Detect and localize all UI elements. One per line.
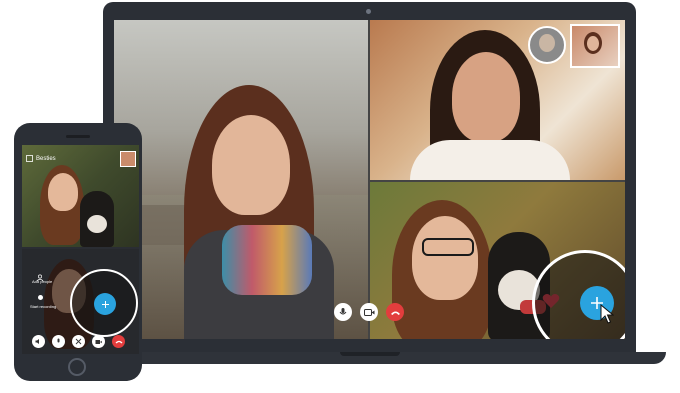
phone-speaker	[66, 135, 90, 138]
video-camera-icon	[363, 308, 374, 316]
participant-thumbnail[interactable]	[570, 24, 620, 68]
video-call-screen	[114, 20, 625, 339]
close-icon	[75, 338, 82, 345]
microphone-icon	[57, 338, 60, 343]
phone-self-thumbnail[interactable]	[120, 151, 136, 167]
end-call-icon	[390, 311, 400, 315]
phone-end-call-button[interactable]	[112, 335, 125, 348]
phone-call-screen: Besties Add people Start recording	[22, 145, 139, 354]
participant-tile-top-right[interactable]	[370, 20, 625, 180]
microphone-icon	[339, 308, 347, 315]
add-people-icon	[36, 269, 44, 282]
phone-mic-button[interactable]	[52, 335, 65, 348]
back-icon[interactable]	[26, 155, 33, 162]
participant-tile-main[interactable]	[114, 20, 368, 339]
phone-close-button[interactable]	[72, 335, 85, 348]
laptop-camera	[366, 9, 371, 14]
end-call-button[interactable]	[386, 303, 404, 321]
menu-add-people[interactable]: Add people	[32, 279, 52, 284]
video-button[interactable]	[360, 303, 378, 321]
self-preview-thumbnail[interactable]	[528, 26, 566, 64]
speaker-icon	[35, 339, 39, 344]
phone-home-button[interactable]	[68, 358, 86, 376]
mouse-cursor-icon	[600, 304, 614, 324]
phone-video-button[interactable]	[92, 335, 105, 348]
phone-speaker-button[interactable]	[32, 335, 45, 348]
record-icon	[38, 295, 43, 300]
video-camera-icon	[95, 339, 102, 344]
microphone-button[interactable]	[334, 303, 352, 321]
phone-add-button[interactable]	[94, 293, 116, 315]
plus-icon	[101, 300, 109, 308]
laptop-notch	[340, 352, 400, 356]
end-call-icon	[115, 340, 122, 344]
chat-title: Besties	[36, 155, 56, 162]
menu-start-recording[interactable]: Start recording	[30, 304, 56, 309]
